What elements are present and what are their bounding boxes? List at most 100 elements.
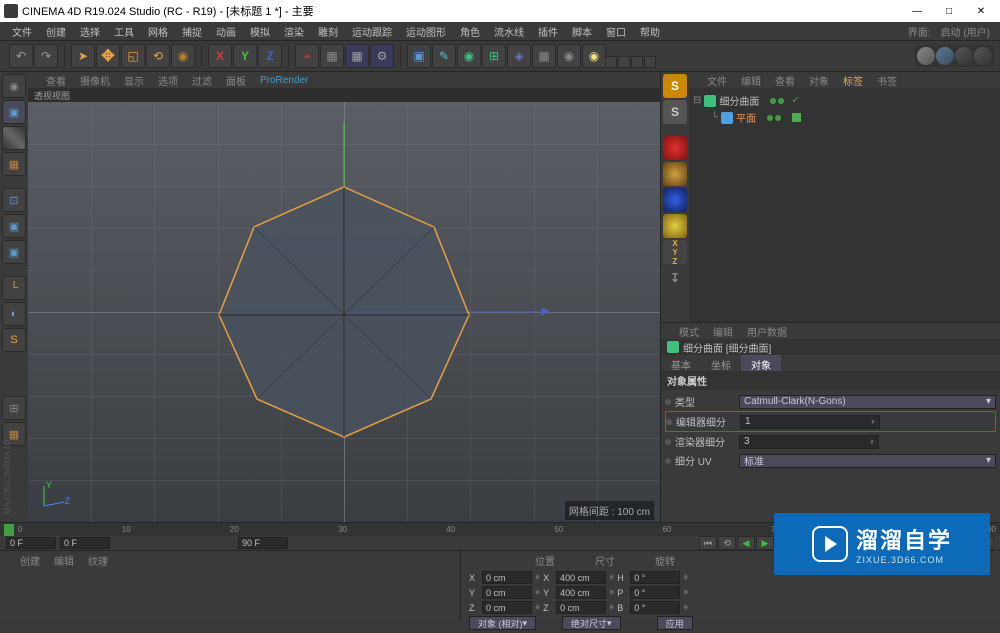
texture-mode[interactable] (2, 126, 26, 150)
select-tool[interactable]: ➤ (71, 44, 95, 68)
maximize-button[interactable]: □ (934, 2, 964, 20)
axis-mode[interactable]: └ (2, 276, 26, 300)
apply-button[interactable]: 应用 (657, 616, 693, 630)
end-frame-field[interactable]: 90 F (238, 537, 288, 549)
environment-tool[interactable]: ▦ (532, 44, 556, 68)
move-tool[interactable]: ✥ (96, 44, 120, 68)
layout-preset[interactable]: 启动 (用户) (941, 24, 990, 39)
octagon-object[interactable] (209, 177, 479, 447)
obj-tab-file[interactable]: 文件 (707, 73, 727, 88)
menu-snap[interactable]: 捕捉 (176, 22, 208, 41)
size-z[interactable]: 0 cm (556, 601, 606, 614)
render-settings[interactable]: ⚙ (370, 44, 394, 68)
obj-tab-edit[interactable]: 编辑 (741, 73, 761, 88)
play-forward[interactable]: ▶ (756, 536, 774, 550)
vp-tab-panel[interactable]: 面板 (226, 73, 246, 88)
snap-toggle[interactable]: ⊞ (2, 396, 26, 420)
axis-y-toggle[interactable]: Y (233, 44, 257, 68)
phong-tag-icon[interactable] (792, 113, 801, 122)
model-mode[interactable]: ▣ (2, 100, 26, 124)
obj-tab-bookmarks[interactable]: 书签 (877, 73, 897, 88)
subtab-object[interactable]: 对象 (741, 355, 781, 371)
prev-key[interactable]: ⟲ (718, 536, 736, 550)
minimize-button[interactable]: — (902, 2, 932, 20)
size-x[interactable]: 400 cm (556, 571, 606, 584)
viewport-solo[interactable]: ◐ (2, 302, 26, 326)
polygon-mode[interactable]: ▣ (2, 240, 26, 264)
vp-tab-filter[interactable]: 过滤 (192, 73, 212, 88)
close-button[interactable]: ✕ (966, 2, 996, 20)
vp-tab-prorender[interactable]: ProRender (260, 75, 308, 86)
mat-ball-3[interactable] (955, 47, 973, 65)
strip-yellow-ball[interactable] (663, 214, 687, 238)
pos-x[interactable]: 0 cm (482, 571, 532, 584)
strip-xyz[interactable]: XYZ (663, 240, 687, 264)
axis-z-toggle[interactable]: Z (258, 44, 282, 68)
menu-animate[interactable]: 动画 (210, 22, 242, 41)
strip-blue-ball[interactable] (663, 188, 687, 212)
mat-ball-2[interactable] (936, 47, 954, 65)
tree-item-plane[interactable]: └ 平面 (693, 109, 996, 126)
menu-mesh[interactable]: 网格 (142, 22, 174, 41)
menu-window[interactable]: 窗口 (600, 22, 632, 41)
render-subdiv-field[interactable]: 3♦ (739, 435, 879, 449)
axis-x-toggle[interactable]: X (208, 44, 232, 68)
rot-h[interactable]: 0 ° (630, 571, 680, 584)
pos-z[interactable]: 0 cm (482, 601, 532, 614)
array-tool[interactable]: ⊞ (482, 44, 506, 68)
menu-sculpt[interactable]: 雕刻 (312, 22, 344, 41)
recent-tool[interactable]: ◉ (171, 44, 195, 68)
rot-p[interactable]: 0 ° (630, 586, 680, 599)
redo-button[interactable]: ↷ (34, 44, 58, 68)
nurbs-tool[interactable]: ◉ (457, 44, 481, 68)
pen-tool[interactable]: ✎ (432, 44, 456, 68)
attr-tab-mode[interactable]: 模式 (679, 324, 699, 339)
menu-select[interactable]: 选择 (74, 22, 106, 41)
coord-system[interactable]: ⌖ (295, 44, 319, 68)
size-y[interactable]: 400 cm (556, 586, 606, 599)
vp-tab-view[interactable]: 查看 (46, 73, 66, 88)
subtab-basic[interactable]: 基本 (661, 355, 701, 371)
menu-mograph[interactable]: 运动图形 (400, 22, 452, 41)
render-view[interactable]: ▦ (320, 44, 344, 68)
attr-tab-edit[interactable]: 编辑 (713, 324, 733, 339)
object-tree[interactable]: ⊟ 细分曲面 ✓ └ 平面 (689, 88, 1000, 322)
camera-tool[interactable]: ◉ (557, 44, 581, 68)
mat-tab-create[interactable]: 创建 (20, 553, 40, 568)
tree-item-sds[interactable]: ⊟ 细分曲面 ✓ (693, 92, 996, 109)
type-dropdown[interactable]: Catmull-Clark(N-Gons)▾ (739, 395, 996, 409)
menu-simulate[interactable]: 模拟 (244, 22, 276, 41)
undo-button[interactable]: ↶ (9, 44, 33, 68)
vp-nav-3[interactable] (631, 56, 643, 68)
menu-render[interactable]: 渲染 (278, 22, 310, 41)
menu-tools[interactable]: 工具 (108, 22, 140, 41)
light-tool[interactable]: ◉ (582, 44, 606, 68)
obj-tab-tags[interactable]: 标签 (843, 73, 863, 88)
vp-nav-4[interactable] (644, 56, 656, 68)
menu-script[interactable]: 脚本 (566, 22, 598, 41)
scale-tool[interactable]: ◱ (121, 44, 145, 68)
current-frame-field[interactable]: 0 F (60, 537, 110, 549)
strip-s-2[interactable]: S (663, 100, 687, 124)
strip-arrow[interactable]: ↧ (663, 266, 687, 290)
menu-create[interactable]: 创建 (40, 22, 72, 41)
viewport-lock[interactable]: S (2, 328, 26, 352)
subtab-coord[interactable]: 坐标 (701, 355, 741, 371)
vp-tab-cameras[interactable]: 摄像机 (80, 73, 110, 88)
obj-tab-view[interactable]: 查看 (775, 73, 795, 88)
menu-character[interactable]: 角色 (454, 22, 486, 41)
strip-gold-ball[interactable] (663, 162, 687, 186)
vp-nav-2[interactable] (618, 56, 630, 68)
vp-tab-display[interactable]: 显示 (124, 73, 144, 88)
play-back[interactable]: ◀ (737, 536, 755, 550)
frame-cursor[interactable] (4, 524, 14, 536)
cube-primitive[interactable]: ▣ (407, 44, 431, 68)
render-region[interactable]: ▦ (345, 44, 369, 68)
vp-nav-1[interactable] (605, 56, 617, 68)
uv-dropdown[interactable]: 标准▾ (739, 454, 996, 468)
goto-start[interactable]: ⏮ (699, 536, 717, 550)
mat-ball-1[interactable] (917, 47, 935, 65)
mat-ball-4[interactable] (974, 47, 992, 65)
viewport-canvas[interactable]: YZ 网格间距 : 100 cm (28, 102, 660, 522)
rot-b[interactable]: 0 ° (630, 601, 680, 614)
